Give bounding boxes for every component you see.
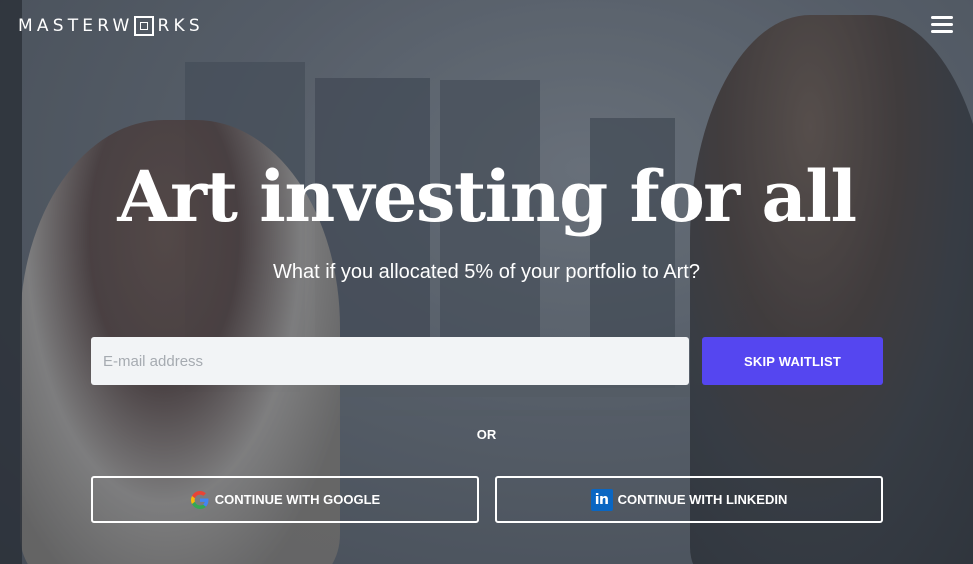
skip-waitlist-button[interactable]: SKIP WAITLIST [702,337,883,385]
email-input[interactable] [91,337,689,385]
google-button-label: CONTINUE WITH GOOGLE [214,492,381,507]
hero-section: MASTERW RKS Art investing for all What i… [0,0,973,564]
google-icon [190,490,210,510]
continue-with-linkedin-button[interactable]: in CONTINUE WITH LINKEDIN [495,476,883,523]
menu-bar [931,30,953,33]
or-divider: OR [476,427,497,442]
linkedin-icon: in [590,488,613,511]
background-railing [300,385,720,397]
menu-bar [931,16,953,19]
menu-bar [931,23,953,26]
background-railing [300,410,720,416]
logo-o-mark-icon [133,16,154,36]
logo-text-start: MASTERW [18,16,134,36]
logo-text-end: RKS [157,16,204,36]
continue-with-google-button[interactable]: CONTINUE WITH GOOGLE [91,476,479,523]
hero-headline: Art investing for all [117,155,857,238]
hero-subheadline: What if you allocated 5% of your portfol… [273,261,700,283]
hamburger-menu-icon[interactable] [931,16,955,36]
linkedin-button-label: CONTINUE WITH LINKEDIN [617,492,788,507]
masterworks-logo[interactable]: MASTERW RKS [18,15,204,37]
